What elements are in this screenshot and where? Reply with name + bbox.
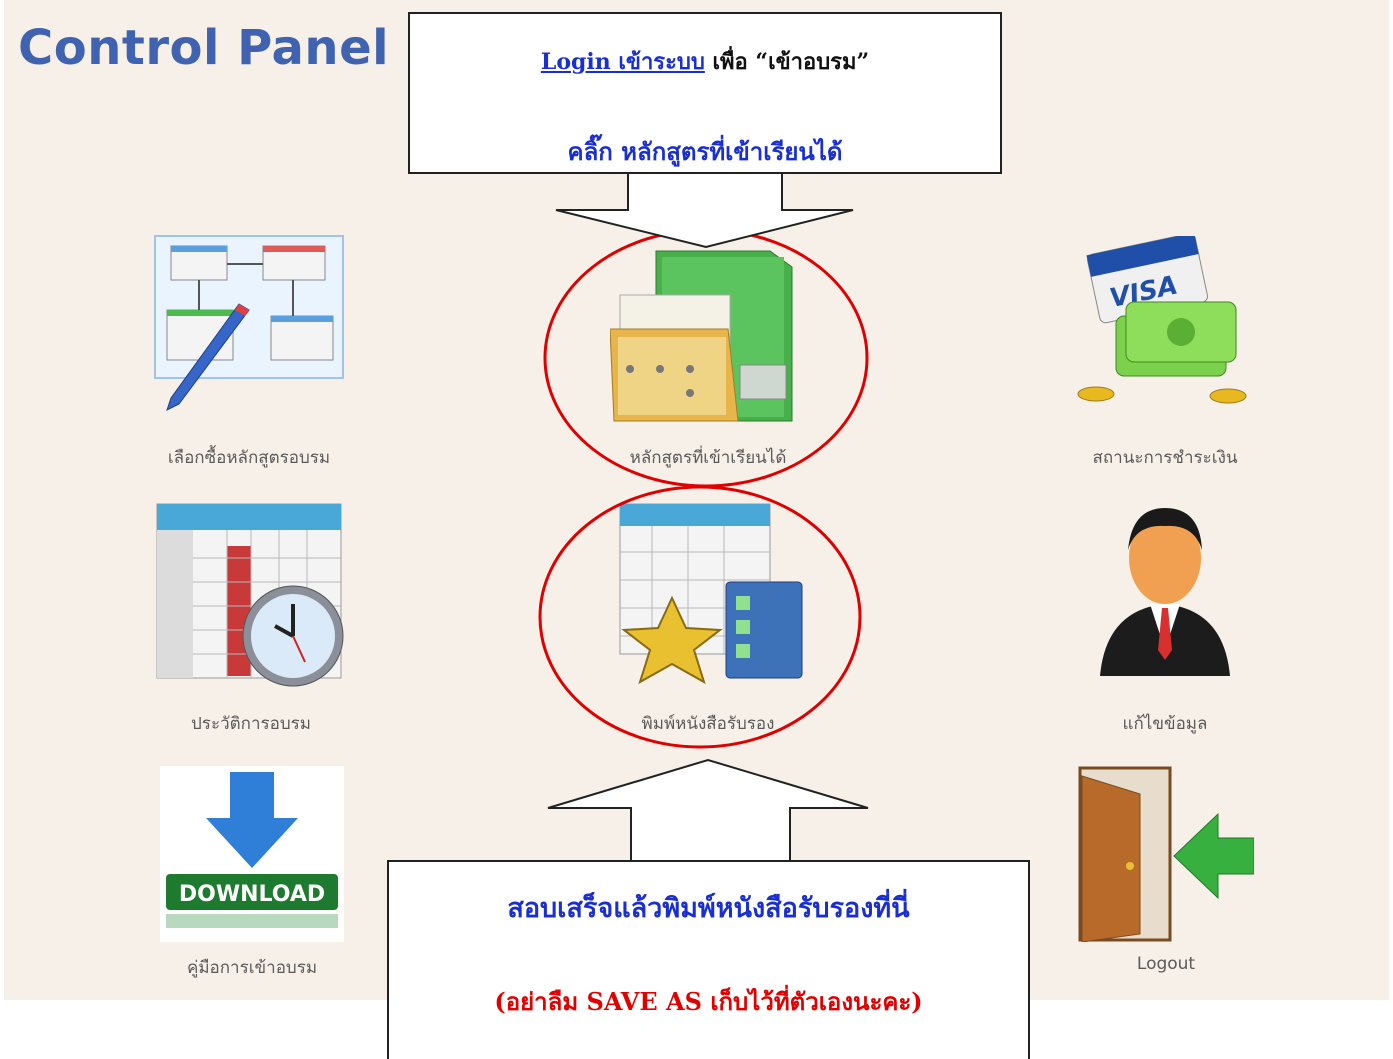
menu-label-training-history: ประวัติการอบรม [191,714,311,734]
green-folder-icon [609,245,806,474]
menu-label-logout: Logout [1136,954,1196,974]
calendar-clock-icon [155,502,347,738]
callout-bottom: สอบเสร็จแล้วพิมพ์หนังสือรับรองที่นี่ (อย… [387,860,1030,1059]
buy-courses-button[interactable]: เลือกซื้อหลักสูตรอบรม [153,234,345,474]
menu-label-payment-status: สถานะการชำระเงิน [1092,448,1238,468]
exit-door-icon [1078,766,1255,984]
callout-top-line1: Login เข้าระบบ เพื่อ “เข้าอบรม” [410,44,1000,79]
menu-label-edit-profile: แก้ไขข้อมูล [1122,714,1208,734]
page-title: Control Panel [18,20,390,76]
callout-bottom-line1: สอบเสร็จแล้วพิมพ์หนังสือรับรองที่นี่ [507,893,910,924]
menu-label-available-courses: หลักสูตรที่เข้าเรียนได้ [629,448,787,468]
payment-status-button[interactable]: VISA สถานะการชำระเงิน [1076,232,1254,474]
callout-bottom-line2: (อย่าลืม SAVE AS เก็บไว้ที่ตัวเองนะคะ) [494,987,923,1016]
login-link[interactable]: Login เข้าระบบ [541,49,705,75]
print-certificate-button[interactable]: พิมพ์หนังสือรับรอง [612,502,804,738]
logout-button[interactable]: Logout [1078,766,1255,984]
flowchart-pen-icon [153,234,345,474]
businessman-icon [1096,500,1234,738]
credit-card-cash-icon: VISA [1076,232,1254,474]
callout-top-line2: คลิ๊ก หลักสูตรที่เข้าเรียนได้ [567,137,843,166]
edit-profile-button[interactable]: แก้ไขข้อมูล [1096,500,1234,738]
certificate-star-icon [612,502,804,738]
training-history-button[interactable]: ประวัติการอบรม [155,502,347,738]
available-courses-button[interactable]: หลักสูตรที่เข้าเรียนได้ [609,245,806,474]
menu-label-training-manual: คู่มือการเข้าอบรม [186,958,318,978]
svg-text:DOWNLOAD: DOWNLOAD [179,882,325,907]
menu-label-print-certificate: พิมพ์หนังสือรับรอง [641,714,775,734]
callout-top-line1-rest: เพื่อ “เข้าอบรม” [712,49,870,75]
menu-label-buy-courses: เลือกซื้อหลักสูตรอบรม [167,448,331,468]
callout-top: Login เข้าระบบ เพื่อ “เข้าอบรม” คลิ๊ก หล… [408,12,1002,174]
download-icon: DOWNLOAD [160,766,344,984]
training-manual-button[interactable]: DOWNLOAD คู่มือการเข้าอบรม [160,766,344,984]
